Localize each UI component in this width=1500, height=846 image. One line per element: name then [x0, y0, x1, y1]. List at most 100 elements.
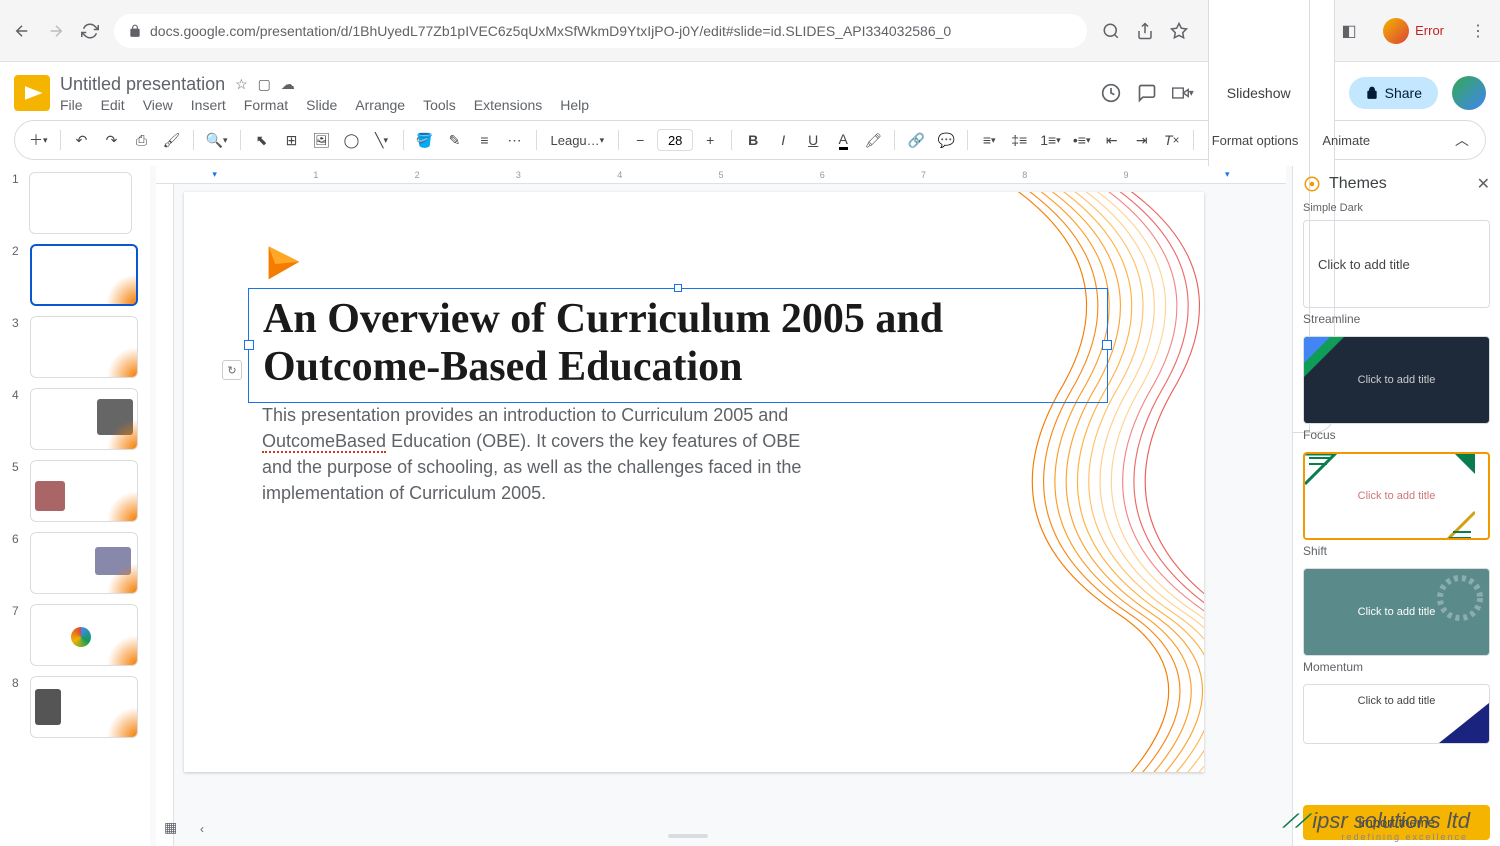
- wave-decoration-icon: [904, 192, 1204, 772]
- back-icon[interactable]: [12, 21, 32, 41]
- thumb-number: 8: [12, 676, 24, 690]
- slide-thumb-4[interactable]: [30, 388, 138, 450]
- theme-name: Simple Dark: [1303, 202, 1490, 214]
- font-size-input[interactable]: [657, 129, 693, 151]
- underline-button[interactable]: U: [800, 127, 826, 153]
- thumb-number: 1: [12, 172, 23, 186]
- theme-card-focus[interactable]: Click to add title: [1303, 452, 1490, 540]
- cloud-icon[interactable]: ☁: [281, 76, 295, 93]
- textbox-tool[interactable]: ⊞: [279, 127, 305, 153]
- lock-icon: [128, 24, 142, 38]
- canvas-area: ▾ 123456789 ▾: [150, 166, 1292, 846]
- slide-thumb-5[interactable]: [30, 460, 138, 522]
- theme-decoration-icon: [1435, 573, 1485, 623]
- bold-button[interactable]: B: [740, 127, 766, 153]
- slide-body-text[interactable]: This presentation provides an introducti…: [262, 402, 822, 506]
- menu-insert[interactable]: Insert: [191, 97, 226, 113]
- theme-card-simple[interactable]: Click to add title: [1303, 220, 1490, 308]
- fill-color-button[interactable]: 🪣: [412, 127, 438, 153]
- format-options-button[interactable]: Format options: [1202, 133, 1309, 148]
- address-bar[interactable]: docs.google.com/presentation/d/1BhUyedL7…: [114, 14, 1087, 48]
- main-area: 1 2 3 4 5 6 7 8 ▾ 123456789 ▾: [0, 166, 1500, 846]
- paint-format-button[interactable]: 🖌: [159, 127, 185, 153]
- menu-file[interactable]: File: [60, 97, 83, 113]
- comment-button[interactable]: 💬: [933, 127, 959, 153]
- menu-view[interactable]: View: [143, 97, 173, 113]
- theme-name: Focus: [1303, 428, 1490, 442]
- border-weight-button[interactable]: ≡: [472, 127, 498, 153]
- watermark: ⟋⟋ ipsr solutions ltd redefining excelle…: [1283, 808, 1470, 834]
- zoom-button[interactable]: 🔍 ▾: [202, 127, 232, 153]
- collapse-toolbar-icon[interactable]: ︿: [1449, 127, 1475, 153]
- line-tool[interactable]: ╲ ▾: [369, 127, 395, 153]
- border-dash-button[interactable]: ⋯: [502, 127, 528, 153]
- slide-thumb-7[interactable]: [30, 604, 138, 666]
- slide-title-text[interactable]: An Overview of Curriculum 2005 and Outco…: [263, 295, 1093, 392]
- grid-view-icon[interactable]: ▦: [164, 819, 177, 836]
- share-button[interactable]: Share: [1349, 77, 1438, 109]
- app-header: Untitled presentation ☆ ▢ ☁ File Edit Vi…: [0, 62, 1500, 120]
- menu-extensions[interactable]: Extensions: [474, 97, 542, 113]
- slide-thumb-6[interactable]: [30, 532, 138, 594]
- star-icon[interactable]: ☆: [235, 76, 248, 93]
- menu-arrange[interactable]: Arrange: [355, 97, 405, 113]
- italic-button[interactable]: I: [770, 127, 796, 153]
- theme-name: Shift: [1303, 544, 1490, 558]
- collapse-filmstrip-icon[interactable]: ‹: [200, 822, 204, 836]
- redo-button[interactable]: ↷: [99, 127, 125, 153]
- theme-card-shift[interactable]: Click to add title: [1303, 568, 1490, 656]
- menu-format[interactable]: Format: [244, 97, 288, 113]
- slide-thumb-3[interactable]: [30, 316, 138, 378]
- speaker-notes-handle[interactable]: [178, 834, 1198, 838]
- slide-canvas[interactable]: ↻ An Overview of Curriculum 2005 and Out…: [184, 192, 1204, 772]
- theme-card-momentum[interactable]: Click to add title: [1303, 684, 1490, 744]
- bulleted-list-button[interactable]: •≡ ▾: [1069, 127, 1095, 153]
- undo-button[interactable]: ↶: [69, 127, 95, 153]
- slide-thumb-2[interactable]: [30, 244, 138, 306]
- rotate-handle-icon[interactable]: ↻: [222, 360, 242, 380]
- meet-icon[interactable]: ▾: [1172, 82, 1194, 104]
- animate-button[interactable]: Animate: [1312, 133, 1380, 148]
- line-spacing-button[interactable]: ‡≡: [1006, 127, 1032, 153]
- font-family-select[interactable]: Leagu… ▾: [545, 127, 611, 153]
- slide-logo-icon: [262, 242, 306, 286]
- comments-icon[interactable]: [1136, 82, 1158, 104]
- theme-card-streamline[interactable]: Click to add title: [1303, 336, 1490, 424]
- shape-tool[interactable]: ◯: [339, 127, 365, 153]
- indent-less-button[interactable]: ⇤: [1099, 127, 1125, 153]
- link-button[interactable]: 🔗: [903, 127, 929, 153]
- slide-thumb-1[interactable]: [29, 172, 132, 234]
- indent-more-button[interactable]: ⇥: [1129, 127, 1155, 153]
- forward-icon[interactable]: [46, 21, 66, 41]
- thumb-number: 4: [12, 388, 24, 402]
- numbered-list-button[interactable]: 1≡ ▾: [1036, 127, 1065, 153]
- document-title[interactable]: Untitled presentation: [60, 74, 225, 95]
- select-tool[interactable]: ⬉: [249, 127, 275, 153]
- slide-thumb-8[interactable]: [30, 676, 138, 738]
- themes-title: Themes: [1329, 175, 1387, 193]
- menu-help[interactable]: Help: [560, 97, 589, 113]
- print-button[interactable]: ⎙: [129, 127, 155, 153]
- close-panel-icon[interactable]: ✕: [1477, 174, 1490, 194]
- border-color-button[interactable]: ✎: [442, 127, 468, 153]
- text-color-button[interactable]: A: [830, 127, 856, 153]
- reload-icon[interactable]: [80, 21, 100, 41]
- move-icon[interactable]: ▢: [258, 76, 271, 93]
- title-textbox[interactable]: An Overview of Curriculum 2005 and Outco…: [248, 288, 1108, 403]
- increase-font-button[interactable]: +: [697, 127, 723, 153]
- history-icon[interactable]: [1100, 82, 1122, 104]
- highlight-button[interactable]: 🖍: [860, 127, 886, 153]
- decrease-font-button[interactable]: −: [627, 127, 653, 153]
- theme-name: Momentum: [1303, 660, 1490, 674]
- menu-tools[interactable]: Tools: [423, 97, 456, 113]
- new-slide-button[interactable]: ＋ ▾: [25, 127, 52, 153]
- align-button[interactable]: ≡ ▾: [976, 127, 1002, 153]
- themes-panel: Themes ✕ Simple Dark Click to add title …: [1292, 166, 1500, 846]
- menu-slide[interactable]: Slide: [306, 97, 337, 113]
- theme-name: Streamline: [1303, 312, 1490, 326]
- slides-logo-icon[interactable]: [14, 75, 50, 111]
- account-avatar[interactable]: [1452, 76, 1486, 110]
- menu-edit[interactable]: Edit: [101, 97, 125, 113]
- clear-format-button[interactable]: T×: [1159, 127, 1185, 153]
- image-tool[interactable]: 🖼: [309, 127, 335, 153]
